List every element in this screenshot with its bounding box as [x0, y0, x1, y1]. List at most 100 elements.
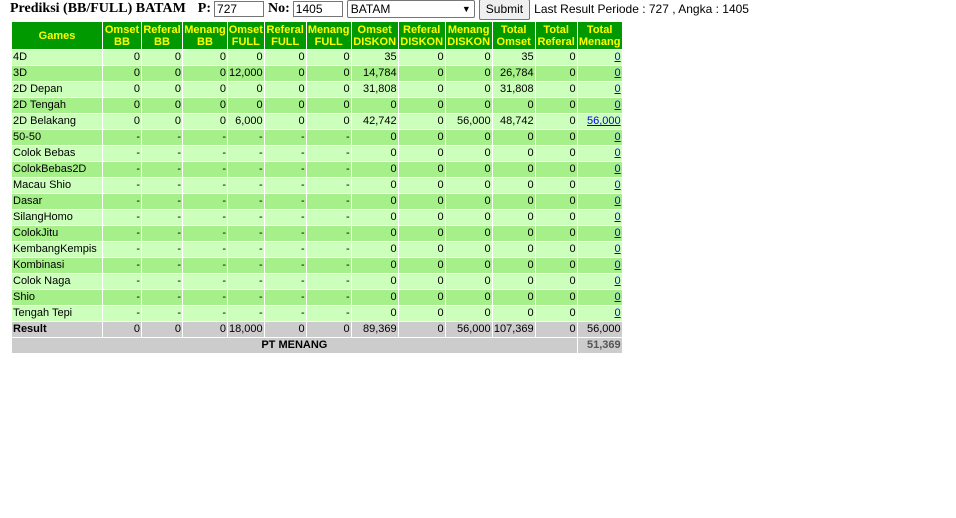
total-menang-link[interactable]: 0: [615, 259, 621, 271]
value-cell: 0: [306, 114, 351, 129]
value-cell: -: [228, 146, 264, 161]
total-menang-link[interactable]: 0: [615, 179, 621, 191]
game-name-cell: 2D Tengah: [12, 98, 102, 113]
value-cell: 48,742: [492, 114, 535, 129]
total-menang-cell: 0: [577, 210, 622, 225]
total-menang-cell: 0: [577, 290, 622, 305]
value-cell: -: [228, 274, 264, 289]
table-header-row: Games Omset BB Referal BB Menang BB Omset FULL Re…: [12, 22, 622, 49]
value-cell: -: [228, 258, 264, 273]
value-cell: -: [228, 162, 264, 177]
period-input[interactable]: 727: [214, 1, 265, 17]
value-cell: 0: [264, 98, 306, 113]
total-menang-cell: 0: [577, 242, 622, 257]
value-cell: 0: [445, 50, 492, 65]
value-cell: 0: [264, 82, 306, 97]
total-menang-link[interactable]: 0: [615, 99, 621, 111]
market-select[interactable]: BATAM ▼: [346, 0, 475, 18]
value-cell: 0: [142, 98, 182, 113]
total-menang-cell: 0: [577, 66, 622, 81]
total-menang-cell: 0: [577, 50, 622, 65]
value-cell: 0: [445, 258, 492, 273]
value-cell: 14,784: [351, 66, 398, 81]
value-cell: 0: [535, 290, 577, 305]
value-cell: -: [103, 162, 141, 177]
value-cell: -: [264, 306, 306, 321]
value-cell: -: [306, 194, 351, 209]
number-input[interactable]: 1405: [292, 1, 343, 17]
value-cell: -: [183, 130, 227, 145]
column-header-text: FULL: [314, 35, 343, 48]
total-menang-link[interactable]: 0: [615, 211, 621, 223]
value-cell: -: [264, 226, 306, 241]
column-header-text: DISKON: [447, 35, 491, 48]
result-total-menang-cell: 56,000: [577, 322, 622, 337]
total-menang-link[interactable]: 0: [615, 307, 621, 319]
game-name-cell: SilangHomo: [12, 210, 102, 225]
value-cell: 0: [398, 242, 445, 257]
value-cell: 0: [103, 82, 141, 97]
value-cell: 0: [492, 306, 535, 321]
table-row: 50-50- - - - - -0 0 0 0 0 0: [12, 130, 622, 145]
value-cell: -: [228, 242, 264, 257]
value-cell: 0: [183, 98, 227, 113]
column-header: Referal DISKON: [398, 22, 445, 49]
value-cell: 0: [445, 306, 492, 321]
table-row: SilangHomo - - - - - -0 0 0 0 0 0: [12, 210, 622, 225]
total-menang-link[interactable]: 0: [615, 67, 621, 79]
value-cell: 0: [351, 226, 398, 241]
value-cell: -: [264, 178, 306, 193]
game-name-cell: 3D: [12, 66, 102, 81]
total-menang-link[interactable]: 0: [615, 291, 621, 303]
total-menang-link[interactable]: 0: [615, 51, 621, 63]
value-cell: 0: [103, 50, 141, 65]
page-title: Prediksi (BB/FULL) BATAM: [10, 1, 186, 16]
total-menang-link[interactable]: 0: [615, 275, 621, 287]
value-cell: 0: [351, 130, 398, 145]
value-cell: -: [306, 290, 351, 305]
total-menang-link[interactable]: 0: [615, 195, 621, 207]
total-menang-cell: 0: [577, 274, 622, 289]
game-name-cell: KembangKempis: [12, 242, 102, 257]
value-cell: -: [228, 178, 264, 193]
column-header: Games: [12, 22, 102, 49]
value-cell: -: [183, 274, 227, 289]
column-header: Menang FULL: [306, 22, 351, 49]
total-menang-link[interactable]: 56,000: [587, 115, 621, 127]
value-cell: 0: [398, 306, 445, 321]
value-cell: 0: [535, 98, 577, 113]
total-menang-link[interactable]: 0: [615, 147, 621, 159]
last-result-text: Last Result Periode : 727 , Angka : 1405: [534, 2, 749, 16]
value-cell: -: [183, 146, 227, 161]
column-header-text: DISKON: [400, 35, 444, 48]
top-bar: Prediksi (BB/FULL) BATAM P: 727 No: 1405…: [10, 0, 749, 20]
total-menang-link[interactable]: 0: [615, 227, 621, 239]
value-cell: 0: [535, 114, 577, 129]
total-menang-cell: 0: [577, 258, 622, 273]
game-name-cell: 2D Depan: [12, 82, 102, 97]
total-menang-link[interactable]: 0: [615, 83, 621, 95]
value-cell: 0: [492, 210, 535, 225]
value-cell: 0: [398, 98, 445, 113]
value-cell: 0: [398, 146, 445, 161]
column-header-text: Total: [543, 23, 569, 36]
value-cell: -: [228, 226, 264, 241]
total-menang-link[interactable]: 0: [615, 243, 621, 255]
value-cell: 0: [445, 194, 492, 209]
total-menang-cell: 0: [577, 98, 622, 113]
value-cell: 0: [535, 194, 577, 209]
result-label: Result: [12, 322, 102, 337]
value-cell: -: [183, 194, 227, 209]
table-row: 2D Tengah 0 0 0 0 0 0 0 0 0 0 0 0: [12, 98, 622, 113]
column-header: Total Omset: [492, 22, 535, 49]
submit-button[interactable]: Submit: [478, 0, 531, 20]
total-menang-link[interactable]: 0: [615, 131, 621, 143]
table-row: 3D 0 0 0 12,000 0 0 14,784 0 0 26,784 0 0: [12, 66, 622, 81]
value-cell: -: [103, 306, 141, 321]
total-menang-link[interactable]: 0: [615, 163, 621, 175]
value-cell: 0: [445, 82, 492, 97]
value-cell: -: [228, 306, 264, 321]
total-menang-cell: 0: [577, 306, 622, 321]
value-cell: 0: [183, 50, 227, 65]
value-cell: -: [142, 306, 182, 321]
